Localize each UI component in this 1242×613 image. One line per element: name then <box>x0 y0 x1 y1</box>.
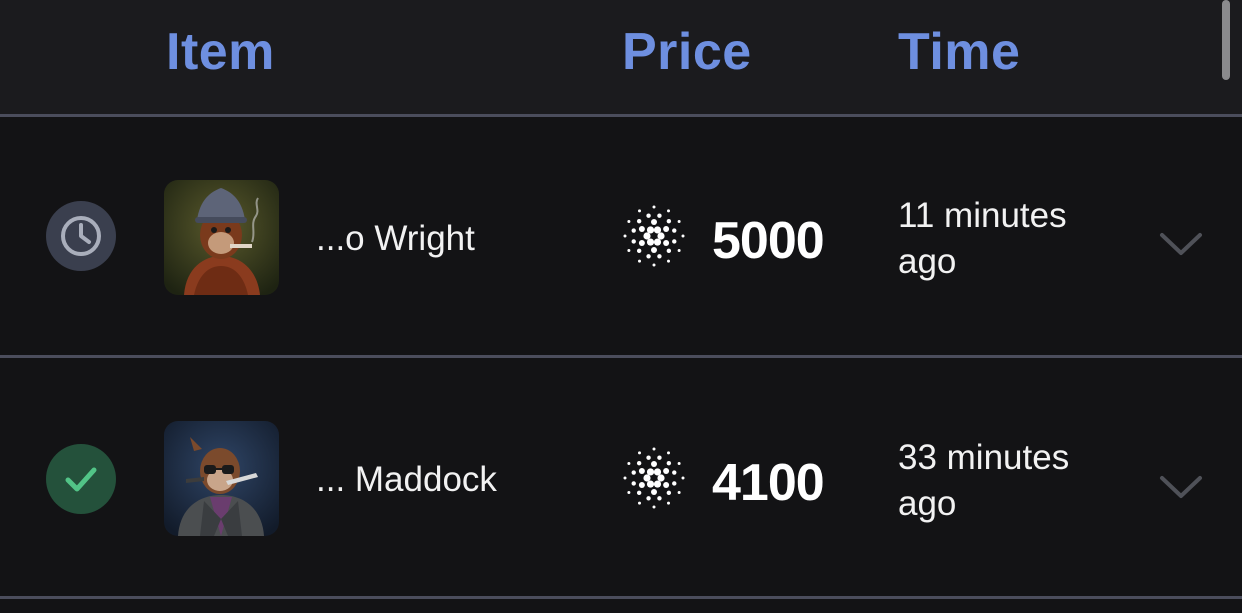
item-thumbnail[interactable] <box>164 421 279 536</box>
scrollbar-thumb[interactable] <box>1222 0 1230 80</box>
check-icon <box>46 444 116 514</box>
column-header-item[interactable]: Item <box>166 22 275 82</box>
price-value: 4100 <box>712 454 825 512</box>
chevron-down-icon[interactable] <box>1156 229 1206 259</box>
item-name[interactable]: ... Maddock <box>316 460 497 500</box>
next-row-edge <box>0 599 1242 613</box>
clock-icon <box>46 201 116 271</box>
item-thumbnail[interactable] <box>164 180 279 295</box>
cardano-ada-icon <box>620 202 688 270</box>
table-row[interactable]: ...o Wright 5000 11 minutes ago <box>0 117 1242 358</box>
time-ago: 33 minutes ago <box>898 438 1070 523</box>
cardano-ada-icon <box>620 444 688 512</box>
item-name[interactable]: ...o Wright <box>316 219 475 259</box>
column-header-time[interactable]: Time <box>898 22 1020 82</box>
table-row[interactable]: ... Maddock 4100 33 minutes ago <box>0 358 1242 599</box>
chevron-down-icon[interactable] <box>1156 472 1206 502</box>
table-header: Item Price Time <box>0 0 1242 117</box>
column-header-price[interactable]: Price <box>622 22 752 82</box>
price-value: 5000 <box>712 212 825 270</box>
time-ago: 11 minutes ago <box>898 196 1067 281</box>
